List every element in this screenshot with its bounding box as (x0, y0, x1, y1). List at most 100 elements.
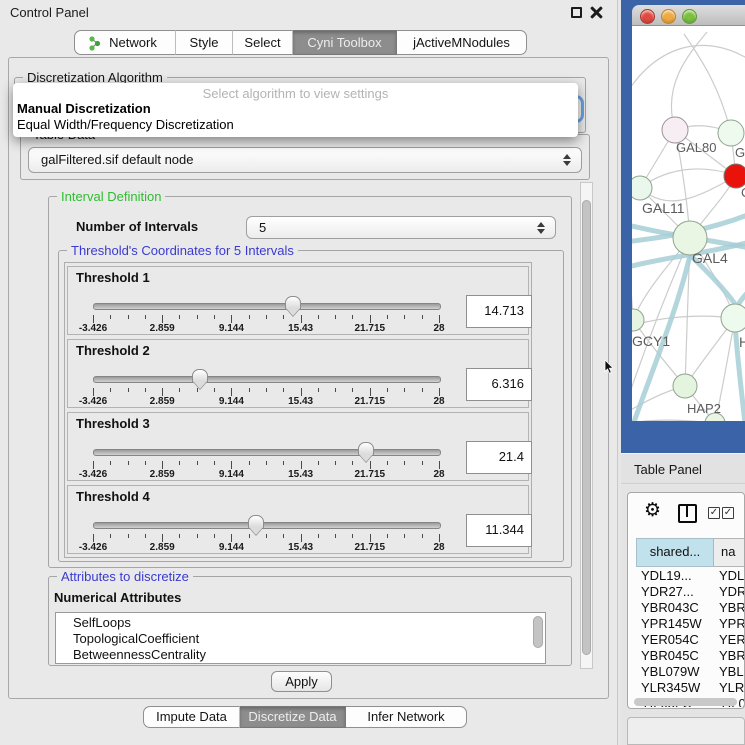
main-scrollbar-thumb[interactable] (582, 200, 591, 655)
threshold-value-field[interactable]: 11.344 (466, 514, 532, 547)
zoom-traffic-light-icon[interactable] (682, 9, 697, 24)
network-node[interactable] (718, 120, 744, 146)
tab-impute-data[interactable]: Impute Data (143, 706, 240, 728)
network-node[interactable] (632, 309, 644, 331)
close-icon[interactable] (590, 6, 603, 19)
threshold-value-field[interactable]: 21.4 (466, 441, 532, 474)
node-label: H (739, 334, 745, 350)
table-panel-title: Table Panel (634, 462, 702, 477)
tab-cyni-toolbox-label: Cyni Toolbox (307, 35, 381, 50)
table-cell[interactable]: YBR0 (719, 648, 745, 664)
table-cell[interactable]: YDL1 (719, 568, 745, 584)
panel-title: Control Panel (10, 5, 89, 20)
network-node[interactable] (721, 304, 745, 332)
node-label: HAP2 (687, 401, 721, 416)
minimize-traffic-light-icon[interactable] (661, 9, 676, 24)
slider-scale-labels: -3.4262.8599.14415.4321.71528 (93, 469, 439, 480)
list-item[interactable]: TopologicalCoefficient (73, 631, 199, 647)
network-graph: GAL80GACGAL11GAL4GCY1HHAP2 (632, 26, 745, 421)
gear-icon[interactable]: ⚙ (644, 499, 661, 522)
node-table-panel: ⚙ ✓ ✓ shared... na YDL19... YDL1 YDR27...… (627, 492, 745, 709)
tab-style[interactable]: Style (176, 30, 233, 55)
table-data-combobox[interactable]: galFiltered.sif default node (28, 147, 582, 173)
tab-select[interactable]: Select (233, 30, 293, 55)
table-panel-titlebar: Table Panel (621, 453, 745, 484)
node-label: GAL11 (642, 200, 685, 216)
table-cell[interactable]: YBR045C (641, 648, 699, 664)
number-of-intervals-label: Number of Intervals (76, 219, 198, 234)
numerical-attributes-label: Numerical Attributes (54, 590, 181, 605)
network-node[interactable] (673, 374, 697, 398)
tab-jactivemnodules[interactable]: jActiveMNodules (397, 30, 527, 55)
tab-cyni-toolbox[interactable]: Cyni Toolbox (293, 30, 397, 55)
table-cell[interactable]: YLR345W (641, 680, 700, 696)
list-item[interactable]: BetweennessCentrality (73, 647, 206, 663)
slider-scale-labels: -3.4262.8599.14415.4321.71528 (93, 542, 439, 553)
slider-thumb[interactable] (285, 296, 301, 310)
table-cell[interactable]: YER054C (641, 632, 699, 648)
numerical-attributes-list[interactable]: SelfLoops TopologicalCoefficient Between… (55, 612, 546, 664)
table-cell[interactable]: YBR0 (719, 600, 745, 616)
table-rows[interactable]: YDL19... YDL1 YDR27... YDR2 YBR043C YBR0 YP… (636, 566, 745, 707)
tab-jactivemnodules-label: jActiveMNodules (413, 35, 510, 50)
tab-infer-network-label: Infer Network (367, 709, 444, 724)
checkbox-icon[interactable]: ✓ (722, 507, 734, 519)
combo-stepper-icon (537, 222, 546, 234)
slider-thumb[interactable] (192, 369, 208, 383)
slider-scale-labels: -3.4262.8599.14415.4321.71528 (93, 323, 439, 334)
slider-thumb[interactable] (358, 442, 374, 456)
option-manual-discretization[interactable]: Manual Discretization (17, 101, 151, 116)
threshold-4-panel: Threshold 4 -3.4262.8599.14415.4321.7152… (67, 485, 529, 554)
table-cell[interactable]: YBL079W (641, 664, 700, 680)
option-equal-width-frequency[interactable]: Equal Width/Frequency Discretization (17, 117, 234, 132)
dropdown-hint: Select algorithm to view settings (13, 86, 578, 101)
combo-stepper-icon (563, 154, 572, 166)
slider-thumb[interactable] (248, 515, 264, 529)
table-hscrollbar-thumb[interactable] (634, 698, 737, 706)
threshold-value-field[interactable]: 6.316 (466, 368, 532, 401)
split-columns-icon[interactable] (678, 504, 697, 523)
network-window-titlebar[interactable] (632, 5, 745, 26)
threshold-label: Threshold 4 (76, 489, 150, 504)
attributes-group-label: Attributes to discretize (57, 569, 193, 584)
table-cell[interactable]: YDR27... (641, 584, 694, 600)
lower-panel-edge (627, 717, 745, 745)
node-label: GAL80 (676, 140, 716, 155)
tab-select-label: Select (244, 35, 280, 50)
column-header-name[interactable]: na (713, 538, 745, 567)
network-view-window: GAL80GACGAL11GAL4GCY1HHAP2 (621, 0, 745, 453)
slider-ticks (93, 534, 440, 542)
network-canvas[interactable]: GAL80GACGAL11GAL4GCY1HHAP2 (632, 26, 745, 421)
table-cell[interactable]: YPR1 (719, 616, 745, 632)
node-label: GCY1 (632, 333, 670, 349)
table-cell[interactable]: YLR3 (719, 680, 745, 696)
apply-button[interactable]: Apply (271, 671, 332, 692)
threshold-label: Threshold 2 (76, 343, 150, 358)
tab-infer-network[interactable]: Infer Network (346, 706, 467, 728)
tab-discretize-data[interactable]: Discretize Data (240, 706, 346, 728)
column-header-shared-name[interactable]: shared... (636, 538, 714, 567)
tab-style-label: Style (190, 35, 219, 50)
list-item[interactable]: SelfLoops (73, 615, 131, 631)
threshold-value-field[interactable]: 14.713 (466, 295, 532, 328)
control-panel: Control Panel Network Style Select Cyni … (0, 0, 618, 745)
tab-discretize-data-label: Discretize Data (248, 709, 336, 724)
close-traffic-light-icon[interactable] (640, 9, 655, 24)
network-node[interactable] (632, 176, 652, 200)
tab-network-label: Network (109, 35, 157, 50)
table-cell[interactable]: YPR145W (641, 616, 702, 632)
checkbox-icon[interactable]: ✓ (708, 507, 720, 519)
table-cell[interactable]: YDL19... (641, 568, 692, 584)
tab-network[interactable]: Network (74, 30, 176, 55)
table-cell[interactable]: YDR2 (719, 584, 745, 600)
table-cell[interactable]: YER0 (719, 632, 745, 648)
mouse-cursor (604, 360, 616, 374)
number-of-intervals-combobox[interactable]: 5 (246, 216, 556, 239)
table-cell[interactable]: YBL0 (719, 664, 745, 680)
float-window-icon[interactable] (571, 7, 582, 18)
table-data-value: galFiltered.sif default node (41, 148, 193, 172)
list-scrollbar-thumb[interactable] (533, 616, 543, 648)
thresholds-group-label: Threshold's Coordinates for 5 Intervals (67, 243, 298, 258)
table-cell[interactable]: YBR043C (641, 600, 699, 616)
node-label: GA (735, 145, 745, 160)
